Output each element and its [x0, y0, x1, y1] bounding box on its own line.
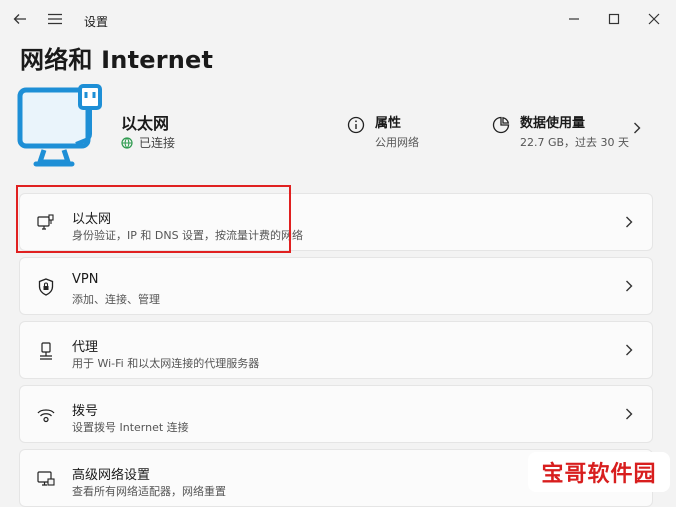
vpn-card[interactable]: VPN 添加、连接、管理	[19, 257, 653, 315]
menu-button[interactable]	[41, 5, 69, 33]
minimize-icon	[569, 18, 579, 20]
chevron-right-icon	[626, 280, 633, 292]
proxy-icon	[36, 341, 56, 361]
card-title: VPN	[72, 272, 99, 287]
data-usage-subtitle: 22.7 GB，过去 30 天	[520, 136, 630, 149]
close-icon	[648, 13, 660, 25]
globe-icon	[121, 136, 133, 149]
proxy-card[interactable]: 代理 用于 Wi-Fi 和以太网连接的代理服务器	[19, 321, 653, 379]
data-usage-icon	[492, 116, 510, 134]
connection-status-text: 已连接	[139, 136, 176, 150]
connection-hero: 以太网 已连接 属性 公用网络 数据使用量 22.7 GB，过去 30 天	[0, 84, 676, 184]
chevron-right-icon	[626, 344, 633, 356]
data-usage-title: 数据使用量	[520, 116, 586, 131]
connection-status: 已连接	[121, 134, 175, 151]
back-arrow-icon	[13, 14, 26, 24]
shield-icon	[36, 277, 56, 297]
card-title: 高级网络设置	[72, 468, 151, 483]
chevron-right-icon	[626, 216, 633, 228]
watermark-logo: 宝哥软件园	[528, 452, 670, 492]
hamburger-icon	[48, 13, 62, 25]
red-highlight-box	[16, 185, 291, 253]
maximize-icon	[608, 13, 620, 25]
chevron-right-icon[interactable]	[632, 121, 642, 135]
properties-title: 属性	[375, 116, 402, 131]
window-title: 设置	[84, 15, 109, 29]
minimize-button[interactable]	[560, 5, 588, 33]
card-subtitle: 查看所有网络适配器，网络重置	[72, 485, 226, 498]
info-icon	[347, 116, 365, 134]
maximize-button[interactable]	[600, 5, 628, 33]
advanced-network-icon	[36, 469, 56, 489]
chevron-right-icon	[626, 408, 633, 420]
dialup-card[interactable]: 拨号 设置拨号 Internet 连接	[19, 385, 653, 443]
page-title: 网络和 Internet	[20, 46, 214, 74]
title-bar: 设置	[0, 0, 676, 40]
properties-subtitle: 公用网络	[375, 136, 419, 149]
back-button[interactable]	[6, 5, 34, 33]
card-title: 代理	[72, 340, 99, 355]
data-usage-link[interactable]: 数据使用量 22.7 GB，过去 30 天	[492, 112, 629, 150]
ethernet-monitor-illustration-icon	[17, 84, 102, 167]
properties-link[interactable]: 属性 公用网络	[347, 112, 419, 150]
close-button[interactable]	[640, 5, 668, 33]
connection-name: 以太网	[121, 114, 170, 133]
card-title: 拨号	[72, 404, 99, 419]
card-subtitle: 设置拨号 Internet 连接	[72, 421, 189, 434]
dialup-icon	[36, 405, 56, 425]
card-subtitle: 用于 Wi-Fi 和以太网连接的代理服务器	[72, 357, 260, 370]
card-subtitle: 添加、连接、管理	[72, 293, 160, 306]
